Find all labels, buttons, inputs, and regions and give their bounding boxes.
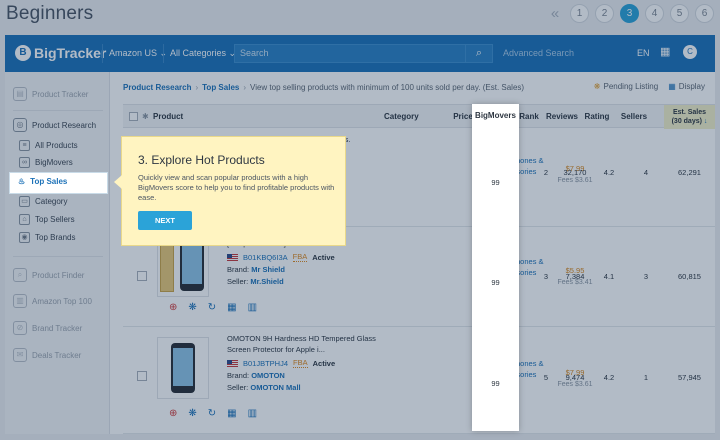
sidebar-item-top-sales-highlight[interactable]: ♨ Top Sales [18,177,67,186]
tour-tooltip: 3. Explore Hot Products Quickly view and… [114,136,346,246]
tooltip-title: 3. Explore Hot Products [138,153,265,167]
bigmovers-value: 99 [491,379,500,388]
sidebar-item-label: Top Sales [30,177,68,186]
bigmovers-value: 99 [491,278,500,287]
flame-icon: ♨ [18,177,26,186]
highlighted-bigmovers-column: BigMovers 99 99 99 [472,104,519,431]
highlighted-top-sales[interactable]: ♨ Top Sales [9,172,108,194]
next-button[interactable]: NEXT [138,211,192,230]
tooltip-body: Quickly view and scan popular products w… [138,173,335,202]
tour-overlay [0,0,720,440]
column-bigmovers[interactable]: BigMovers [472,104,519,128]
bigmovers-value: 99 [491,178,500,187]
